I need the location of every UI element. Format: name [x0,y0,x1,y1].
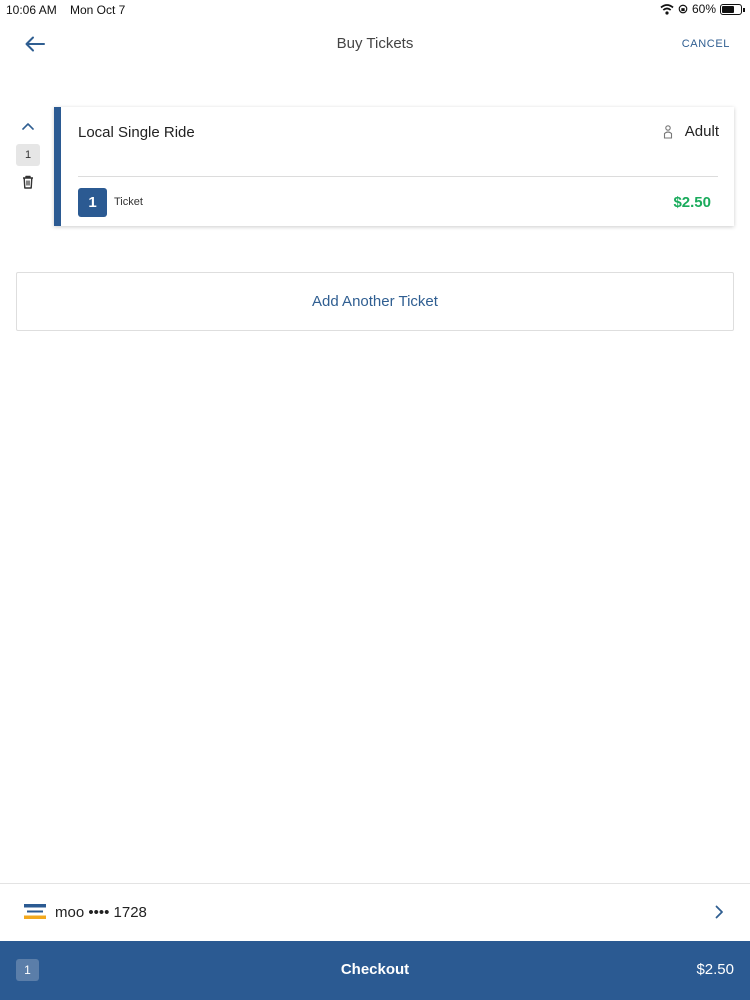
checkout-label: Checkout [340,961,410,978]
person-icon [663,124,672,139]
status-bar: 10:06 AM Mon Oct 7 60% [0,0,750,20]
orientation-lock-icon [678,4,688,14]
battery-percent: 60% [691,2,716,16]
ticket-count-box[interactable]: 1 [78,188,107,217]
page-title: Buy Tickets [336,35,414,52]
cancel-button[interactable]: CANCEL [682,38,730,50]
payment-method-row[interactable]: moo •••• 1728 [0,883,750,940]
status-date: Mon Oct 7 [70,3,126,17]
add-another-ticket-button[interactable]: Add Another Ticket [16,272,734,331]
ticket-count-label: Ticket [114,196,143,208]
status-indicators: 60% [660,2,745,16]
group-quantity-badge: 1 [16,144,40,166]
payment-method-label: moo •••• 1728 [55,904,147,921]
chevron-right-icon [715,905,723,919]
ticket-group-controls: 1 [14,118,42,190]
trash-icon[interactable] [21,174,35,190]
ticket-title: Local Single Ride [78,124,195,141]
ticket-card[interactable]: Local Single Ride Adult 1 Ticket $2.50 [54,107,734,226]
ticket-price: $2.50 [673,194,711,211]
checkout-button[interactable]: 1 Checkout $2.50 [0,941,750,1000]
wifi-icon [660,4,674,15]
navigation-bar: Buy Tickets CANCEL [0,22,750,66]
card-divider [78,176,718,177]
chevron-up-icon[interactable] [14,118,42,136]
credit-card-icon [24,903,46,920]
battery-icon [720,3,745,15]
checkout-total: $2.50 [696,961,734,978]
rider-type-label: Adult [684,123,719,140]
rider-type: Adult [663,123,719,140]
status-time: 10:06 AM [6,3,57,17]
